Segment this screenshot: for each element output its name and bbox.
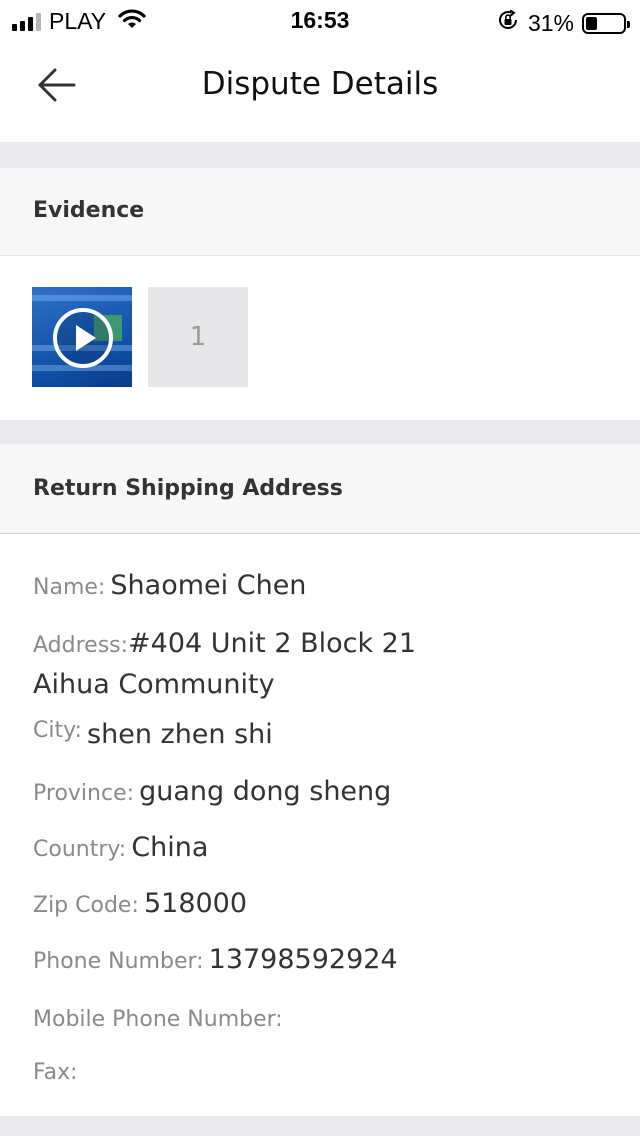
nav-bar: Dispute Details: [0, 40, 640, 142]
fax-label: Fax:: [33, 1060, 78, 1085]
evidence-count-tile[interactable]: 1: [148, 287, 248, 387]
mobile-label: Mobile Phone Number:: [33, 1007, 283, 1032]
phone-label: Phone Number:: [33, 949, 204, 974]
country-value: China: [131, 832, 209, 863]
section-divider: [0, 420, 640, 444]
evidence-panel: 1: [0, 256, 640, 420]
page-title: Dispute Details: [201, 66, 439, 102]
play-triangle: [76, 325, 96, 351]
battery-tip: [627, 20, 630, 28]
status-bar: PLAY 16:53 31%: [0, 0, 640, 40]
play-icon: [53, 308, 113, 368]
return-address-header: Return Shipping Address: [0, 444, 640, 534]
evidence-header: Evidence: [0, 168, 640, 256]
country-row: Country: China: [33, 832, 613, 863]
province-row: Province: guang dong sheng: [33, 776, 613, 807]
evidence-video-thumbnail[interactable]: [32, 287, 132, 387]
status-right: 31%: [496, 8, 630, 38]
zip-label: Zip Code:: [33, 893, 139, 918]
province-label: Province:: [33, 781, 135, 806]
address-value-line2: Aihua Community: [33, 669, 275, 700]
address-row: Address:#404 Unit 2 Block 21 Aihua Commu…: [33, 625, 613, 707]
mobile-row: Mobile Phone Number:: [33, 1002, 613, 1033]
return-address-panel: Name: Shaomei Chen Address:#404 Unit 2 B…: [0, 534, 640, 1116]
thumbnail-stripe: [32, 295, 132, 301]
battery-fill: [586, 16, 598, 30]
return-address-header-label: Return Shipping Address: [33, 476, 343, 501]
phone-row: Phone Number: 13798592924: [33, 944, 613, 975]
city-value: shen zhen shi: [87, 719, 273, 750]
fax-row: Fax:: [33, 1055, 613, 1086]
name-row: Name: Shaomei Chen: [33, 570, 613, 601]
city-label: City:: [33, 718, 82, 743]
section-divider: [0, 142, 640, 168]
evidence-header-label: Evidence: [33, 198, 145, 223]
zip-row: Zip Code: 518000: [33, 888, 613, 919]
orientation-lock-icon: [496, 8, 520, 38]
country-label: Country:: [33, 837, 127, 862]
name-value: Shaomei Chen: [110, 570, 307, 601]
battery-icon: [582, 12, 630, 34]
name-label: Name:: [33, 575, 106, 600]
phone-value: 13798592924: [208, 944, 398, 975]
battery-percent: 31%: [527, 9, 574, 36]
city-row: City: shen zhen shi: [33, 718, 613, 750]
province-value: guang dong sheng: [139, 776, 392, 807]
section-divider: [0, 1116, 640, 1136]
address-value-line1: #404 Unit 2 Block 21: [128, 628, 417, 659]
zip-value: 518000: [143, 888, 248, 919]
address-label: Address:: [33, 633, 129, 658]
